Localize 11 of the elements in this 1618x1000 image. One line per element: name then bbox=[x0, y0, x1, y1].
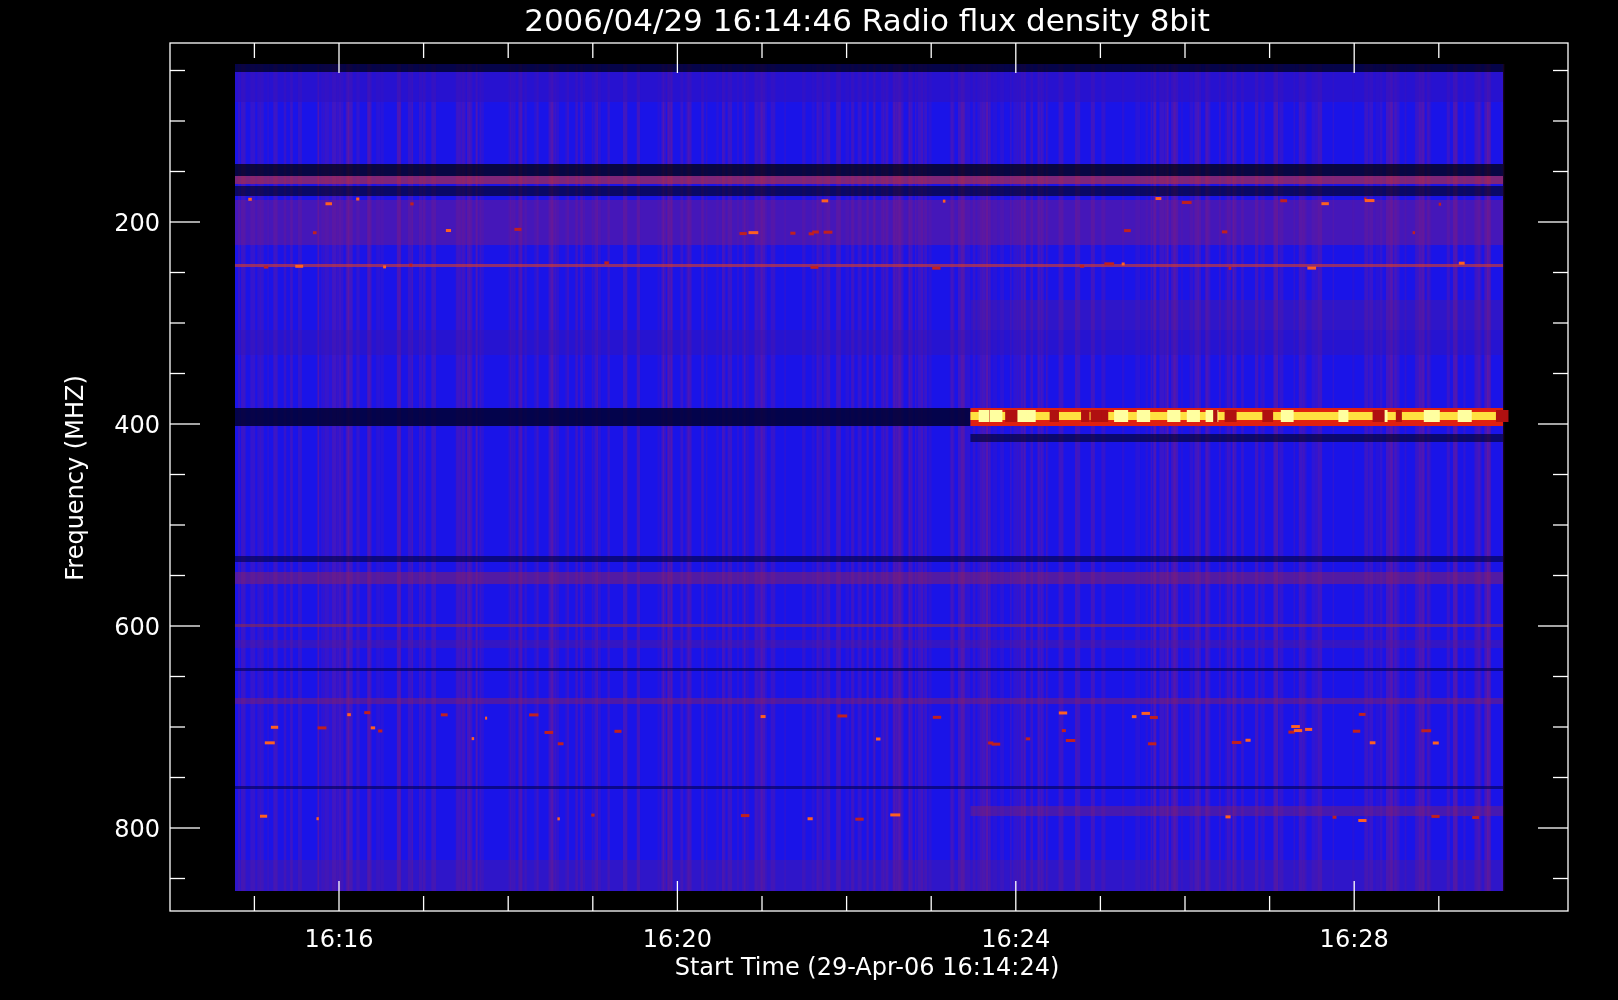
y-tick-label: 800 bbox=[114, 815, 160, 843]
x-tick-label: 16:28 bbox=[1319, 925, 1389, 953]
chart-title: 2006/04/29 16:14:46 Radio flux density 8bit bbox=[524, 2, 1210, 38]
y-tick-label: 600 bbox=[114, 613, 160, 641]
x-axis-label: Start Time (29-Apr-06 16:14:24) bbox=[674, 953, 1060, 981]
y-axis-label: Frequency (MHZ) bbox=[61, 375, 89, 581]
y-tick-label: 400 bbox=[114, 411, 160, 439]
y-tick-label: 200 bbox=[114, 209, 160, 237]
x-tick-label: 16:16 bbox=[304, 925, 374, 953]
x-tick-label: 16:24 bbox=[981, 925, 1051, 953]
x-tick-label: 16:20 bbox=[642, 925, 712, 953]
